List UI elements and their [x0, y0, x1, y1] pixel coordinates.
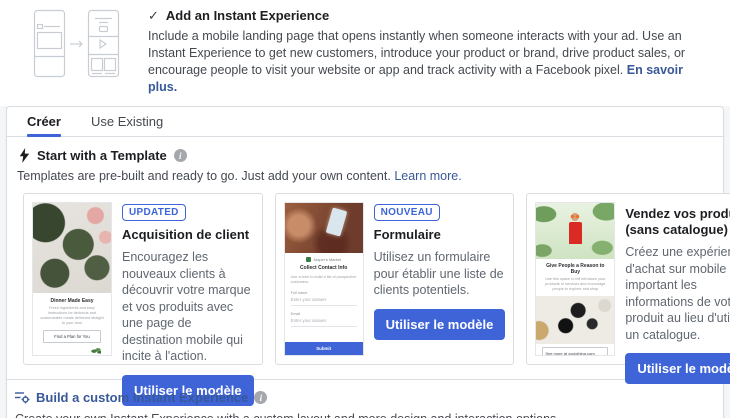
build-custom-experience-link[interactable]: Build a custom Instant Experience [36, 390, 248, 405]
preview-body-text: Use a form to build a list of prospectiv… [291, 275, 357, 285]
template-section-subtitle: Templates are pre-built and ready to go.… [17, 169, 713, 183]
template-subtitle-text: Templates are pre-built and ready to go.… [17, 169, 391, 183]
preview-photo-phone [285, 203, 363, 253]
template-preview-formulaire: Jasper's Market Collect Contact Info Use… [284, 202, 364, 356]
use-template-button-formulaire[interactable]: Utiliser le modèle [374, 309, 506, 340]
card-description: Créez une expérience d'achat sur mobile … [625, 244, 730, 343]
preview-body-text: Use this space to tell introduce your pr… [541, 277, 609, 292]
tab-bar: Créer Use Existing [7, 107, 723, 137]
preview-field-placeholder: Enter your answer [291, 295, 357, 306]
orange-slices-shape [570, 215, 580, 218]
custom-experience-section: Build a custom Instant Experience i Crea… [7, 379, 723, 418]
preview-cta-button: Find a Plan for You [43, 330, 101, 343]
red-swimsuit-shape [569, 222, 582, 244]
header-description-text: Include a mobile landing page that opens… [148, 29, 685, 77]
phones-wireframe-icon [20, 8, 132, 80]
card-description: Utilisez un formulaire pour établir une … [374, 249, 506, 299]
tab-use-existing[interactable]: Use Existing [91, 107, 163, 136]
learn-more-link[interactable]: Learn more. [394, 169, 461, 183]
preview-photo-model [536, 203, 614, 259]
badge-nouveau: NOUVEAU [374, 204, 440, 221]
template-section-title: Start with a Template [37, 148, 167, 163]
preview-form: Jasper's Market Collect Contact Info Use… [285, 253, 363, 355]
tab-creer[interactable]: Créer [27, 107, 61, 136]
card-title-acquisition: Acquisition de client [122, 227, 249, 243]
template-card-vendez-produits: Give People a Reason to Buy Use this spa… [526, 193, 730, 365]
preview-photo-product [536, 296, 614, 344]
preview-field-placeholder: Enter your answer [291, 316, 357, 327]
jaspers-market-logo [306, 257, 311, 262]
preview-heading: Give People a Reason to Buy [541, 263, 609, 275]
preview-body-text: Fresh ingredients and easy instructions … [39, 306, 105, 326]
badge-updated: UPDATED [122, 204, 186, 221]
template-preview-acquisition: Dinner Made Easy Fresh ingredients and e… [32, 202, 112, 356]
header-description: Include a mobile landing page that opens… [148, 28, 714, 96]
tab-use-existing-label: Use Existing [91, 114, 163, 129]
preview-brand-name: Jasper's Market [313, 257, 341, 262]
instant-experience-header: ✓ Add an Instant Experience Include a mo… [0, 0, 730, 106]
template-cards-row: Dinner Made Easy Fresh ingredients and e… [23, 193, 707, 365]
instant-experience-panel: Créer Use Existing Start with a Template… [6, 106, 724, 418]
header-text-block: ✓ Add an Instant Experience Include a mo… [148, 8, 714, 96]
custom-section-description: Create your own Instant Experience with … [15, 412, 707, 418]
info-icon[interactable]: i [254, 391, 267, 404]
card-title-formulaire: Formulaire [374, 227, 441, 243]
page-title: Add an Instant Experience [166, 8, 329, 23]
card-description: Encouragez les nouveaux clients à découv… [122, 249, 254, 365]
lightning-icon [19, 148, 30, 163]
preview-photo-dinner [33, 203, 111, 293]
phone-in-hand-shape [325, 207, 347, 236]
checkbox-checked-icon[interactable]: ✓ [148, 9, 159, 22]
preview-cta-button: See more at xxclothing.com [542, 347, 608, 356]
custom-layout-icon [15, 391, 30, 404]
template-preview-vendez-produits: Give People a Reason to Buy Use this spa… [535, 202, 615, 356]
preview-heading: Dinner Made Easy [39, 298, 105, 304]
info-icon[interactable]: i [174, 149, 187, 162]
preview-heading: Collect Contact Info [291, 265, 357, 271]
use-template-button-vendez-produits[interactable]: Utiliser le modèle [625, 353, 730, 384]
template-card-formulaire: Jasper's Market Collect Contact Info Use… [275, 193, 515, 365]
plant-decoration [91, 347, 101, 354]
template-card-acquisition: Dinner Made Easy Fresh ingredients and e… [23, 193, 263, 365]
device-preview-illustration [20, 8, 132, 80]
template-section: Start with a Template i Templates are pr… [7, 137, 723, 365]
card-title-vendez-produits: Vendez vos produits (sans catalogue) [625, 206, 730, 238]
tab-creer-label: Créer [27, 114, 61, 129]
preview-submit-button: Submit [285, 342, 363, 355]
